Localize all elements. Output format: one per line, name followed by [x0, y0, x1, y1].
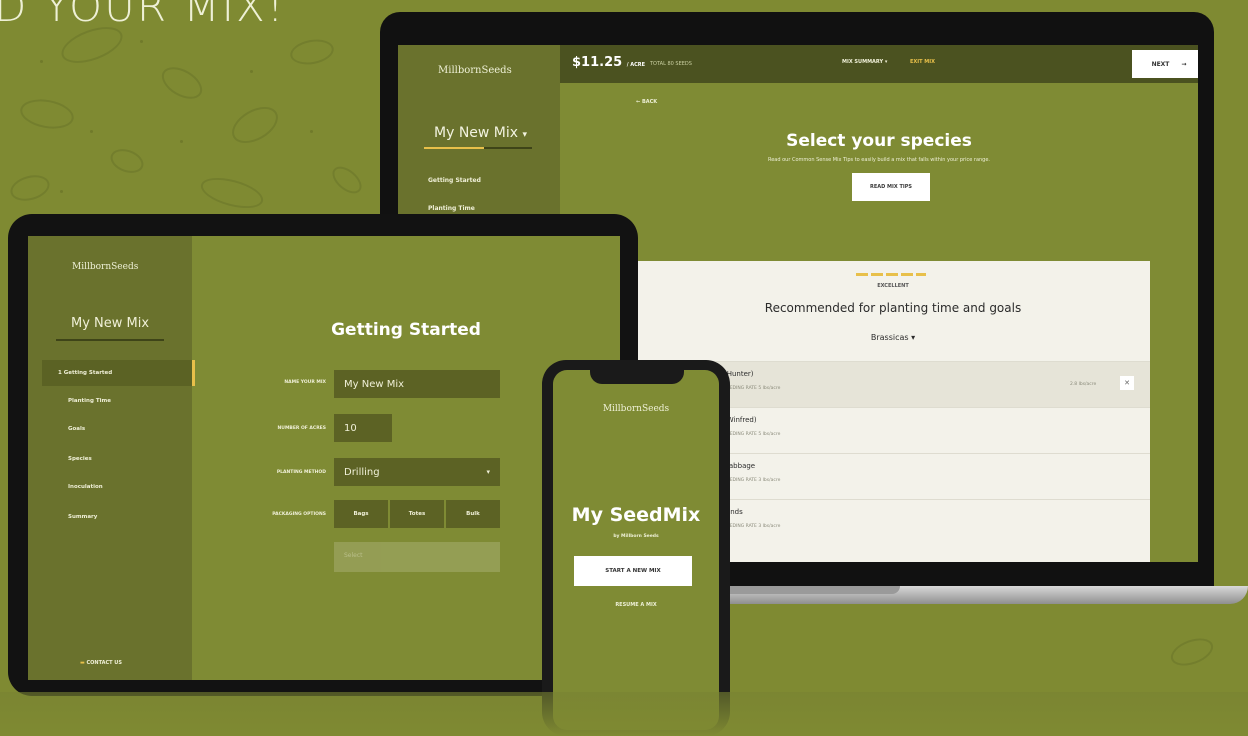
arrow-left-icon: ← — [636, 99, 641, 105]
packaging-options-label: PACKAGING OPTIONS — [272, 512, 326, 517]
rating-label: EXCELLENT — [877, 283, 909, 289]
back-label: BACK — [641, 99, 658, 105]
disabled-select: Select — [334, 542, 500, 572]
packaging-option-bags[interactable]: Bags — [334, 500, 388, 528]
name-your-mix-label: NAME YOUR MIX — [284, 380, 326, 385]
tablet-sidebar: MillbornSeeds My New Mix 1 Getting Start… — [28, 236, 195, 680]
sidebar-item-planting-time[interactable]: Planting Time — [68, 398, 111, 404]
contact-us-link[interactable]: ▬ CONTACT US — [80, 660, 122, 666]
back-link[interactable]: ← BACK — [636, 99, 657, 105]
next-button[interactable]: NEXT → — [1132, 50, 1198, 78]
exit-mix-link[interactable]: EXIT MIX — [910, 59, 935, 65]
category-dropdown[interactable]: Brassicas ▾ — [636, 333, 1150, 342]
seeding-rate-value: 5 lbs/acre — [758, 386, 781, 391]
mail-icon: ▬ — [80, 660, 85, 666]
chevron-down-icon: ▾ — [911, 333, 916, 342]
disabled-select-placeholder: Select — [344, 552, 363, 559]
sidebar-item-summary[interactable]: Summary — [68, 514, 97, 520]
chevron-down-icon: ▾ — [884, 59, 888, 65]
laptop-notch — [700, 586, 900, 594]
planting-method-label: PLANTING METHOD — [276, 470, 326, 475]
selected-rate: 2.8 lbs/acre — [1070, 382, 1097, 387]
number-of-acres-label: NUMBER OF ACRES — [277, 426, 326, 431]
mix-name[interactable]: My New Mix ▾ — [434, 125, 527, 141]
floor-reflection — [0, 692, 1248, 736]
page-subtitle: Read our Common Sense Mix Tips to easily… — [767, 157, 991, 163]
price-value: $11.25 — [572, 55, 623, 70]
category-label: Brassicas — [870, 333, 909, 342]
rating-stars — [856, 273, 926, 276]
start-new-mix-button[interactable]: START A NEW MIX — [574, 556, 692, 586]
seeding-rate-value: 3 lbs/acre — [758, 524, 781, 529]
packaging-option-bulk[interactable]: Bulk — [446, 500, 500, 528]
laptop-topbar: $11.25 / ACRE TOTAL 80 SEEDS MIX SUMMARY… — [560, 45, 1198, 83]
brand-logo: MillbornSeeds — [72, 262, 139, 272]
sidebar-item-getting-started[interactable]: Getting Started — [428, 177, 481, 184]
seeding-rate: SEEDING RATE 3 lbs/acre — [724, 524, 780, 529]
mix-name-input[interactable]: My New Mix — [334, 370, 500, 398]
recommended-heading: Recommended for planting time and goals — [764, 301, 1022, 315]
brand-logo: MillbornSeeds — [438, 65, 512, 76]
sidebar-item-goals[interactable]: Goals — [68, 426, 85, 432]
mix-progress-bar — [424, 147, 484, 149]
read-mix-tips-button[interactable]: READ MIX TIPS — [852, 173, 930, 201]
phone-screen: MillbornSeeds My SeedMix by Millborn See… — [553, 370, 719, 730]
mix-name-label: My New Mix — [434, 125, 519, 141]
phone-notch — [590, 366, 684, 384]
price-unit: / ACRE — [626, 62, 646, 68]
sidebar-item-species[interactable]: Species — [68, 456, 92, 462]
acres-input[interactable]: 10 — [334, 414, 392, 442]
mix-summary-label: MIX SUMMARY — [842, 59, 884, 65]
packaging-option-totes[interactable]: Totes — [390, 500, 444, 528]
planting-method-select[interactable]: Drilling ▾ — [334, 458, 500, 486]
seeding-rate: SEEDING RATE 5 lbs/acre — [724, 432, 780, 437]
seeding-rate-value: 5 lbs/acre — [758, 432, 781, 437]
chevron-down-icon: ▾ — [522, 130, 528, 140]
seeding-rate-value: 3 lbs/acre — [758, 478, 781, 483]
seeding-rate: SEEDING RATE 5 lbs/acre — [724, 386, 780, 391]
tablet-screen: MillbornSeeds My New Mix 1 Getting Start… — [28, 236, 620, 680]
mix-summary-link[interactable]: MIX SUMMARY ▾ — [842, 59, 887, 65]
chevron-down-icon: ▾ — [486, 468, 490, 476]
arrow-right-icon: → — [1181, 60, 1187, 68]
contact-label: CONTACT US — [86, 660, 122, 666]
sidebar-item-getting-started[interactable]: 1 Getting Started — [58, 370, 112, 376]
app-title: My SeedMix — [571, 504, 701, 526]
page-title: Getting Started — [331, 320, 481, 340]
mix-name-underline — [56, 339, 164, 341]
sidebar-item-inoculation[interactable]: Inoculation — [68, 484, 103, 490]
sidebar-item-planting-time[interactable]: Planting Time — [428, 205, 475, 212]
resume-mix-link[interactable]: RESUME A MIX — [553, 602, 719, 608]
page-title: Select your species — [786, 131, 972, 151]
next-label: NEXT — [1151, 60, 1170, 68]
page-headline: D YOUR MIX! — [0, 0, 286, 31]
mix-name[interactable]: My New Mix — [71, 316, 149, 331]
brand-logo: MillbornSeeds — [602, 404, 670, 414]
total-seeds: TOTAL 80 SEEDS — [650, 61, 692, 67]
remove-icon[interactable]: ✕ — [1120, 376, 1134, 390]
planting-method-value: Drilling — [344, 466, 380, 478]
price-per-acre: $11.25 / ACRE — [572, 55, 645, 70]
app-byline: by Millborn Seeds — [613, 534, 659, 539]
seeding-rate: SEEDING RATE 3 lbs/acre — [724, 478, 780, 483]
